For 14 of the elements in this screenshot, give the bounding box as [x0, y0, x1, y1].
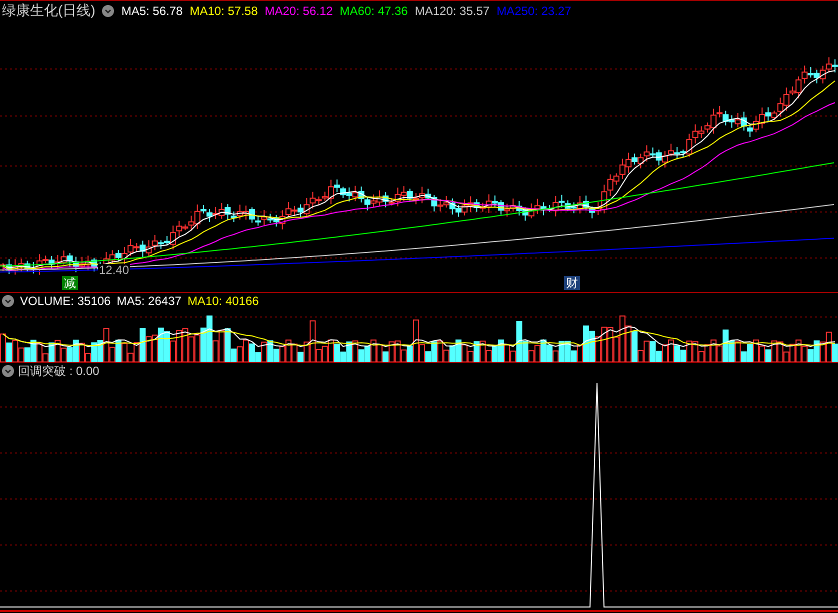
moving-average-value: MA60: 47.36: [340, 2, 408, 20]
moving-average-value: MA250: 23.27: [496, 2, 572, 20]
volume-value: VOLUME: 35106: [20, 293, 111, 310]
volume-value: MA10: 40166: [187, 293, 259, 310]
event-marker[interactable]: 减: [62, 276, 78, 290]
moving-average-value: MA120: 35.57: [414, 2, 490, 20]
indicator-value: 回调突破 : 0.00: [18, 363, 100, 380]
stock-title: 绿康生化(日线): [2, 1, 96, 20]
volume-value: MA5: 26437: [116, 293, 182, 310]
moving-average-value: MA5: 56.78: [121, 2, 183, 20]
low-price-label: 12.40: [98, 264, 130, 277]
event-marker[interactable]: 财: [564, 276, 580, 290]
moving-average-value: MA10: 57.58: [190, 2, 258, 20]
moving-average-value: MA20: 56.12: [264, 2, 333, 20]
